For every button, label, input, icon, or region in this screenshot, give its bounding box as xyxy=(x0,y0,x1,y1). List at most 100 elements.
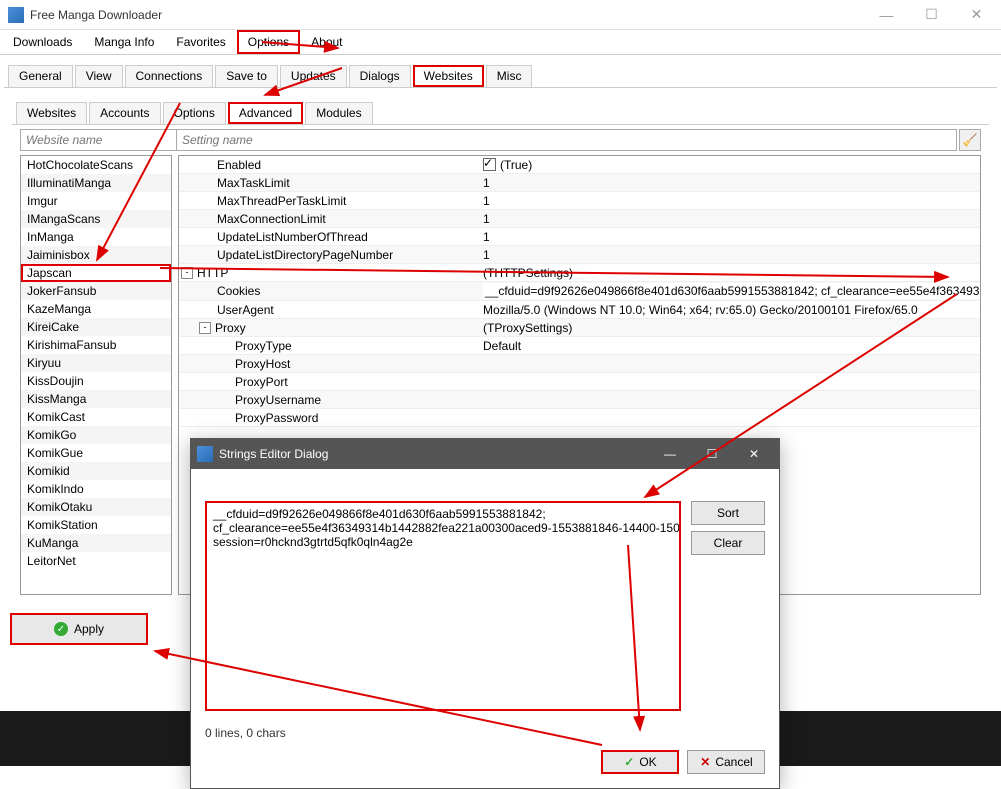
setting-name: Cookies xyxy=(217,284,260,298)
site-item[interactable]: KissDoujin xyxy=(21,372,171,390)
site-item[interactable]: LeitorNet xyxy=(21,552,171,570)
site-item[interactable]: KuManga xyxy=(21,534,171,552)
setting-filter-input[interactable] xyxy=(176,129,957,151)
dialog-close-button[interactable]: ✕ xyxy=(733,440,775,468)
main-tab-favorites[interactable]: Favorites xyxy=(165,30,236,54)
site-item[interactable]: KireiCake xyxy=(21,318,171,336)
apply-button[interactable]: ✓ Apply xyxy=(10,613,148,645)
site-item[interactable]: KomikStation xyxy=(21,516,171,534)
setting-name: ProxyPassword xyxy=(235,411,318,425)
site-item[interactable]: InManga xyxy=(21,228,171,246)
site-item[interactable]: KomikGue xyxy=(21,444,171,462)
setting-value: (TProxySettings) xyxy=(483,321,572,335)
maximize-button[interactable]: ☐ xyxy=(909,1,954,29)
subtab-general[interactable]: General xyxy=(8,65,73,87)
main-tab-about[interactable]: About xyxy=(300,30,353,54)
site-item[interactable]: KomikOtaku xyxy=(21,498,171,516)
strings-textarea[interactable] xyxy=(205,501,681,711)
main-tab-downloads[interactable]: Downloads xyxy=(2,30,83,54)
dialog-minimize-button[interactable]: — xyxy=(649,440,691,468)
setting-value: (THTTPSettings) xyxy=(483,266,573,280)
settings-row[interactable]: ProxyPassword xyxy=(179,409,980,427)
settings-row[interactable]: ProxyHost xyxy=(179,355,980,373)
main-tab-manga-info[interactable]: Manga Info xyxy=(83,30,165,54)
settings-row[interactable]: ProxyTypeDefault xyxy=(179,337,980,355)
settings-row[interactable]: UserAgent Mozilla/5.0 (Windows NT 10.0; W… xyxy=(179,301,980,319)
subtab-connections[interactable]: Connections xyxy=(125,65,214,87)
settings-row[interactable]: ProxyPort xyxy=(179,373,980,391)
site-item[interactable]: KissManga xyxy=(21,390,171,408)
websites-subtabbar: WebsitesAccountsOptionsAdvancedModules xyxy=(12,100,989,125)
settings-row[interactable]: Cookies__cfduid=d9f92626e049866f8e401d63… xyxy=(179,282,980,301)
subtab-save-to[interactable]: Save to xyxy=(215,65,278,87)
sort-button[interactable]: Sort xyxy=(691,501,765,525)
site-item[interactable]: KirishimaFansub xyxy=(21,336,171,354)
dialog-titlebar[interactable]: Strings Editor Dialog — ☐ ✕ xyxy=(191,439,779,469)
site-item[interactable]: Kiryuu xyxy=(21,354,171,372)
site-item[interactable]: HotChocolateScans xyxy=(21,156,171,174)
apply-label: Apply xyxy=(74,622,104,636)
subtab-misc[interactable]: Misc xyxy=(486,65,533,87)
dialog-title: Strings Editor Dialog xyxy=(219,447,649,461)
setting-name: MaxTaskLimit xyxy=(217,176,290,190)
websites-subtab-modules[interactable]: Modules xyxy=(305,102,372,124)
websites-subtab-advanced[interactable]: Advanced xyxy=(228,102,303,124)
dialog-icon xyxy=(197,446,213,462)
subtab-websites[interactable]: Websites xyxy=(413,65,484,87)
setting-name: UserAgent xyxy=(217,303,274,317)
dialog-maximize-button[interactable]: ☐ xyxy=(691,440,733,468)
setting-value: Mozilla/5.0 (Windows NT 10.0; Win64; x64… xyxy=(483,303,918,317)
ok-label: OK xyxy=(639,755,656,769)
setting-name: UpdateListNumberOfThread xyxy=(217,230,368,244)
settings-row[interactable]: MaxConnectionLimit1 xyxy=(179,210,980,228)
main-tab-options[interactable]: Options xyxy=(237,30,300,54)
minimize-button[interactable]: — xyxy=(864,1,909,29)
settings-row[interactable]: MaxThreadPerTaskLimit1 xyxy=(179,192,980,210)
site-item[interactable]: KomikIndo xyxy=(21,480,171,498)
site-item[interactable]: Imgur xyxy=(21,192,171,210)
websites-subtab-accounts[interactable]: Accounts xyxy=(89,102,160,124)
tree-toggle[interactable]: - xyxy=(181,267,193,279)
settings-row[interactable]: -HTTP (THTTPSettings) xyxy=(179,264,980,282)
settings-row[interactable]: UpdateListNumberOfThread1 xyxy=(179,228,980,246)
close-button[interactable]: ✕ xyxy=(954,1,999,29)
site-item[interactable]: Japscan xyxy=(21,264,171,282)
setting-name: ProxyUsername xyxy=(235,393,321,407)
site-item[interactable]: IlluminatiManga xyxy=(21,174,171,192)
site-item[interactable]: IMangaScans xyxy=(21,210,171,228)
x-icon: ✕ xyxy=(699,756,711,768)
settings-row[interactable]: ProxyUsername xyxy=(179,391,980,409)
setting-filter-clear-button[interactable]: 🧹 xyxy=(959,129,981,151)
settings-row[interactable]: MaxTaskLimit1 xyxy=(179,174,980,192)
app-icon xyxy=(8,7,24,23)
site-item[interactable]: JokerFansub xyxy=(21,282,171,300)
strings-editor-dialog: Strings Editor Dialog — ☐ ✕ Sort Clear 0… xyxy=(190,438,780,789)
websites-list[interactable]: HotChocolateScansIlluminatiMangaImgurIMa… xyxy=(20,155,172,595)
website-filter-input[interactable] xyxy=(20,129,189,151)
settings-row[interactable]: UpdateListDirectoryPageNumber1 xyxy=(179,246,980,264)
site-item[interactable]: Komikid xyxy=(21,462,171,480)
setting-name: Proxy xyxy=(215,321,246,335)
setting-name: ProxyHost xyxy=(235,357,290,371)
site-item[interactable]: KazeManga xyxy=(21,300,171,318)
websites-subtab-options[interactable]: Options xyxy=(163,102,226,124)
setting-name: HTTP xyxy=(197,266,228,280)
check-icon: ✓ xyxy=(54,622,68,636)
setting-value: Default xyxy=(483,339,521,353)
dialog-status: 0 lines, 0 chars xyxy=(191,726,779,750)
clear-button[interactable]: Clear xyxy=(691,531,765,555)
settings-row[interactable]: -Proxy (TProxySettings) xyxy=(179,319,980,337)
settings-row[interactable]: Enabled(True) xyxy=(179,156,980,174)
subtab-dialogs[interactable]: Dialogs xyxy=(349,65,411,87)
setting-name: Enabled xyxy=(217,158,261,172)
cancel-button[interactable]: ✕ Cancel xyxy=(687,750,765,774)
subtab-view[interactable]: View xyxy=(75,65,123,87)
websites-subtab-websites[interactable]: Websites xyxy=(16,102,87,124)
subtab-updates[interactable]: Updates xyxy=(280,65,347,87)
site-item[interactable]: KomikCast xyxy=(21,408,171,426)
tree-toggle[interactable]: - xyxy=(199,322,211,334)
site-item[interactable]: KomikGo xyxy=(21,426,171,444)
ok-button[interactable]: ✓ OK xyxy=(601,750,679,774)
site-item[interactable]: Jaiminisbox xyxy=(21,246,171,264)
check-icon: ✓ xyxy=(623,756,635,768)
